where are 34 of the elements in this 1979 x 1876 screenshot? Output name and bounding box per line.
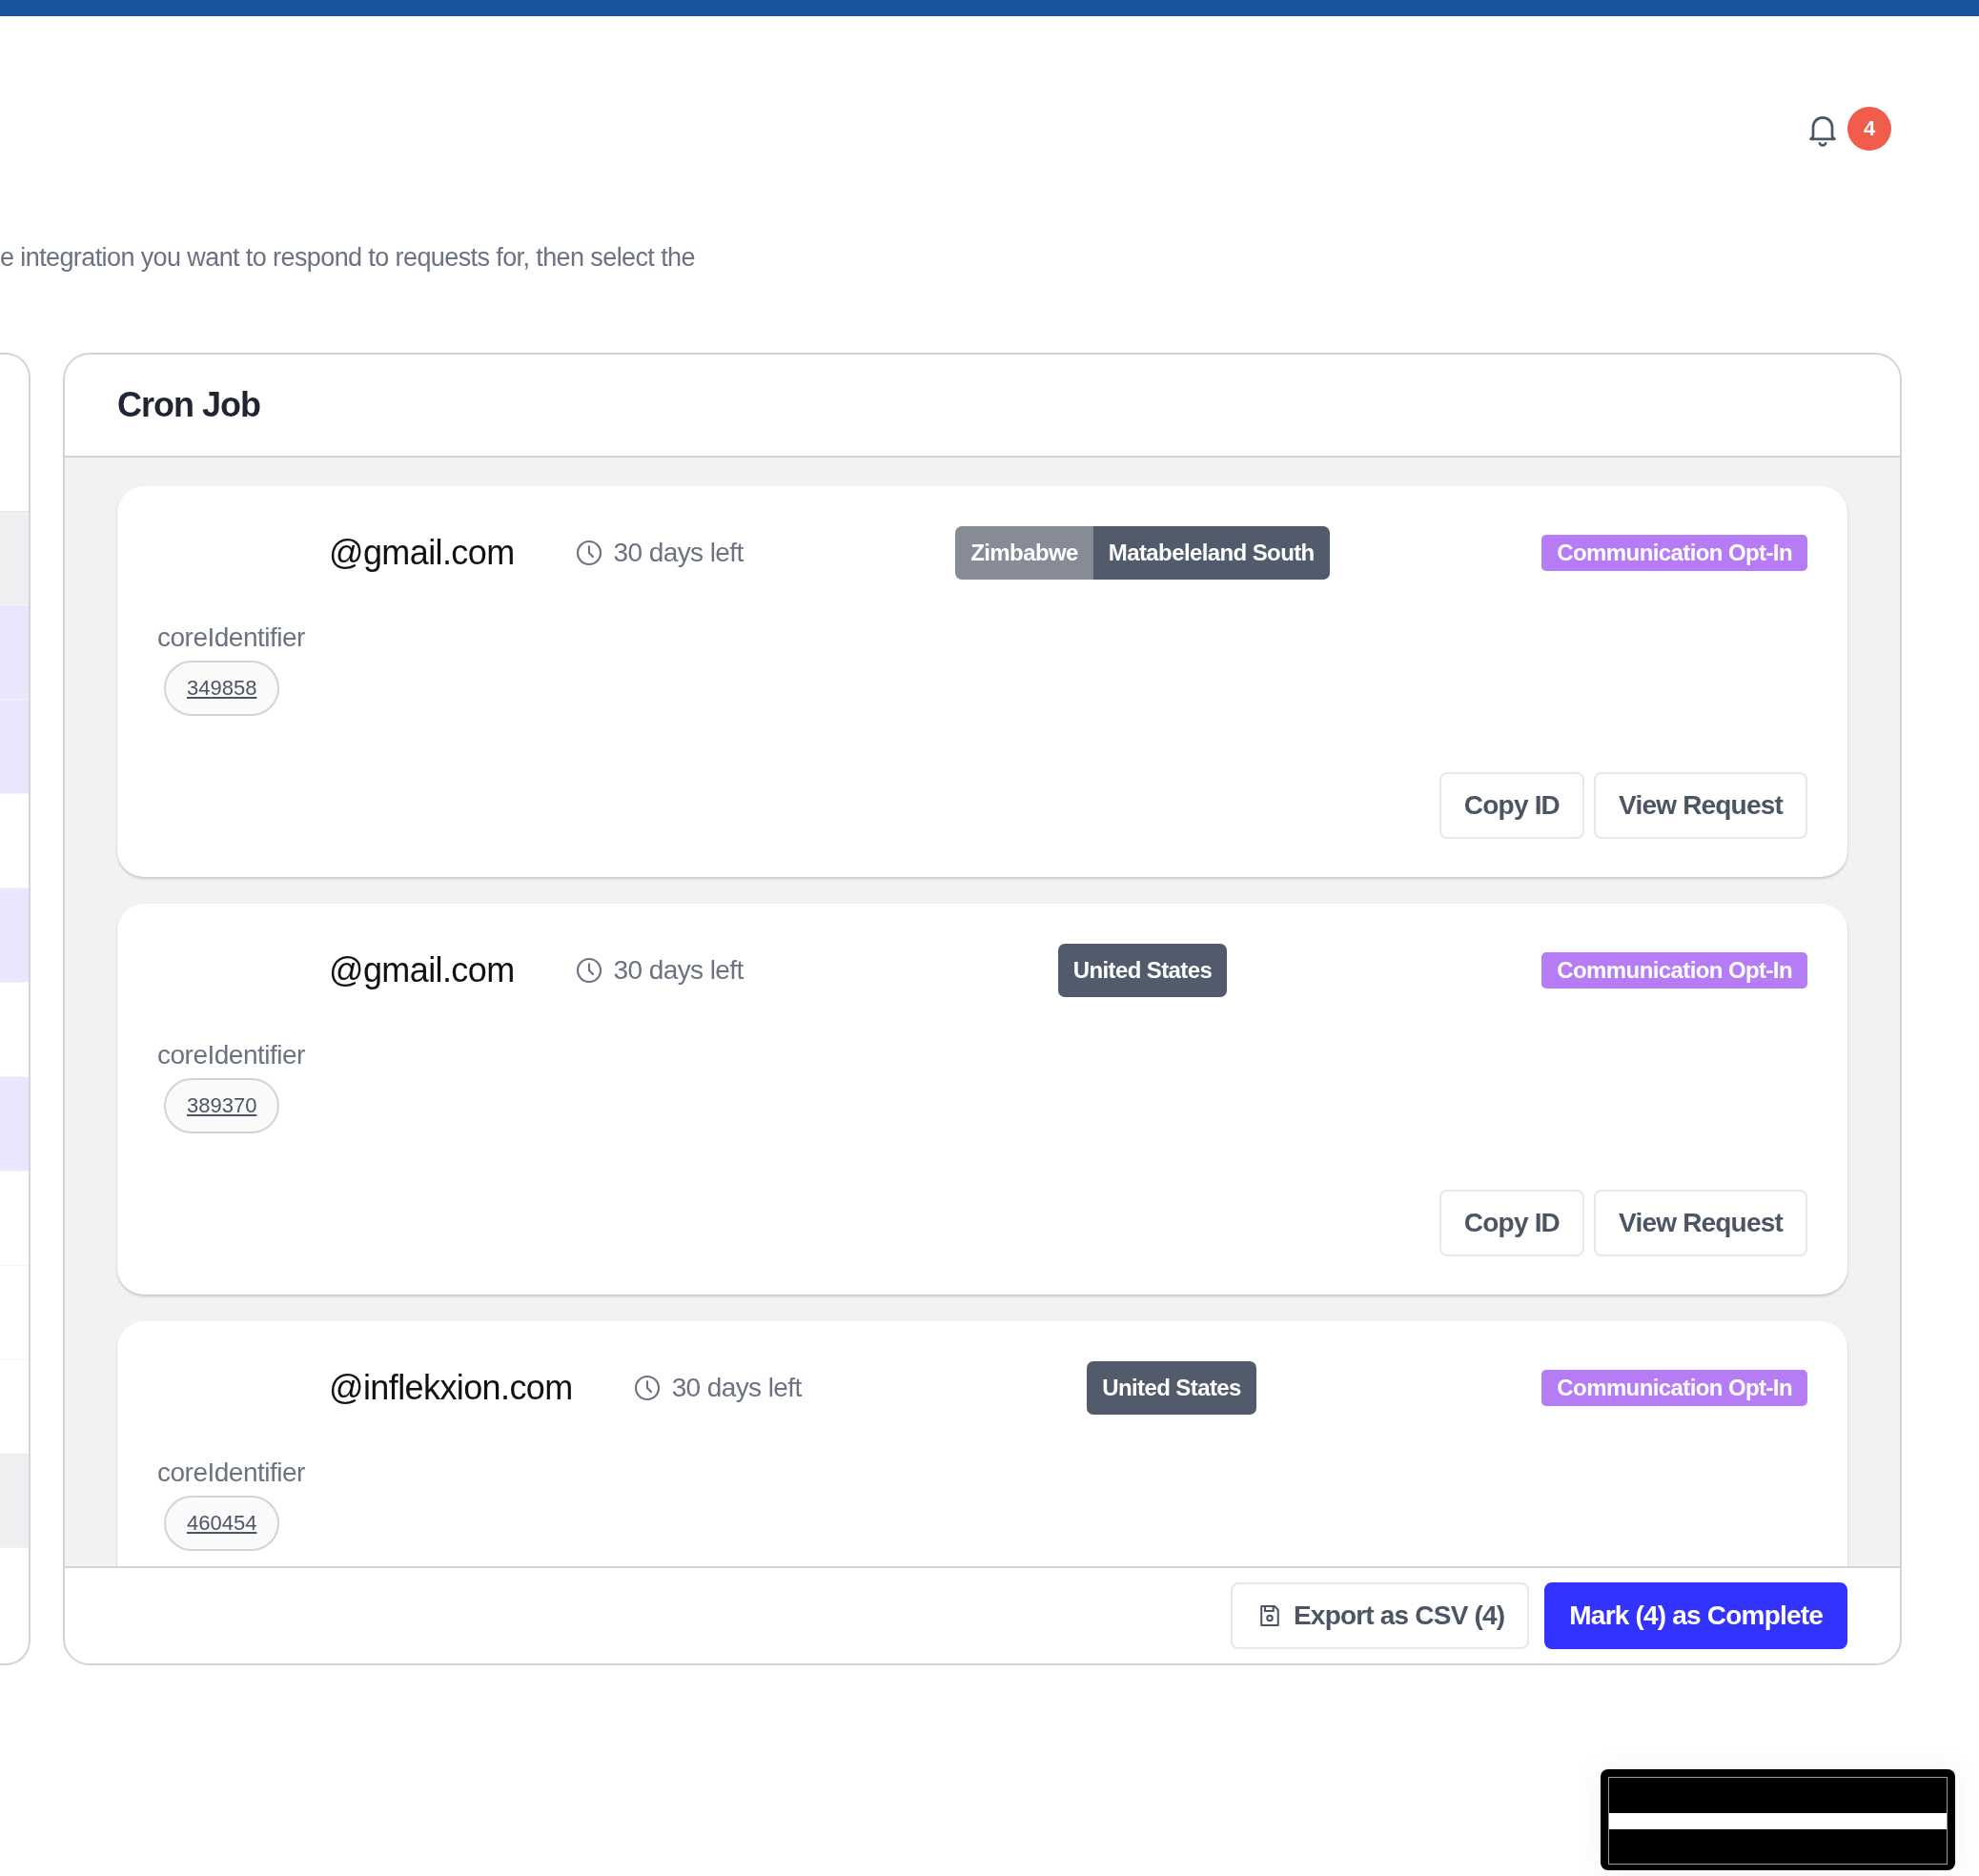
action-button[interactable]: Copy ID	[1438, 772, 1585, 839]
location-tag: Zimbabwe	[955, 526, 1093, 580]
panel-title: Cron Job	[117, 385, 260, 425]
location-tag: United States	[1087, 1361, 1256, 1415]
list-row[interactable]	[0, 1076, 29, 1171]
list-row[interactable]	[0, 887, 29, 982]
action-button[interactable]: View Request	[1594, 772, 1807, 839]
identifier-label: coreIdentifier	[157, 1040, 306, 1071]
email-text: @inflekxion.com	[329, 1368, 573, 1408]
time-left-text: 30 days left	[613, 538, 744, 568]
group-header[interactable]	[0, 511, 29, 604]
action-button[interactable]: View Request	[1594, 1190, 1807, 1256]
time-left-text: 30 days left	[671, 1373, 802, 1403]
request-type-tag: Communication Opt-In	[1541, 952, 1807, 989]
location-tag: United States	[1057, 944, 1228, 997]
list-row[interactable]	[0, 604, 29, 699]
export-button[interactable]: Export as CSV (4)	[1231, 1582, 1530, 1649]
identifier-label: coreIdentifier	[157, 1458, 306, 1488]
list-row[interactable]	[0, 699, 29, 793]
email-text: @gmail.com	[329, 533, 515, 573]
email-text: @gmail.com	[329, 950, 515, 990]
request-type-tag: Communication Opt-In	[1541, 1370, 1807, 1406]
group-header[interactable]	[0, 1454, 29, 1547]
action-button[interactable]: Copy ID	[1438, 1190, 1585, 1256]
request-type-tag: Communication Opt-In	[1541, 535, 1807, 571]
description-text: e integration you want to respond to requests for, then select the	[0, 242, 696, 274]
location-tag: Matabeleland South	[1092, 526, 1330, 580]
identifier-link[interactable]: 389370	[164, 1078, 280, 1133]
identifier-link[interactable]: 460454	[164, 1496, 280, 1551]
notification-badge: 4	[1847, 107, 1891, 151]
identifier-label: coreIdentifier	[157, 622, 306, 653]
identifier-link[interactable]: 349858	[164, 661, 280, 716]
time-left-text: 30 days left	[613, 955, 744, 986]
mark-complete-button[interactable]: Mark (4) as Complete	[1544, 1582, 1847, 1649]
